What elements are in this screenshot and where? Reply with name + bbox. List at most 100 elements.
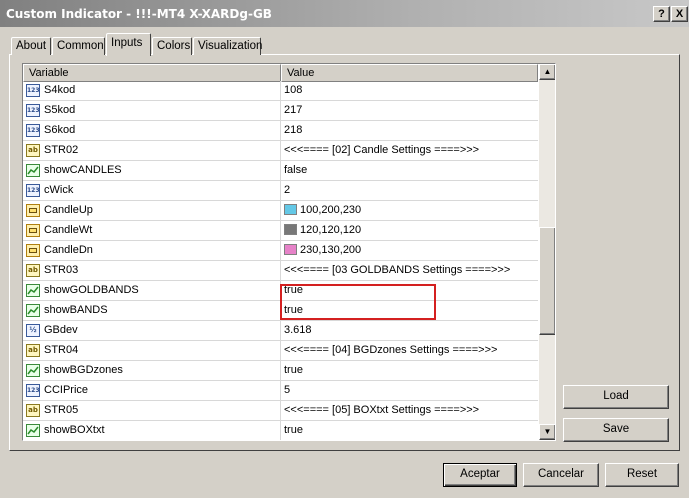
value-text: <<<==== [04] BGDzones Settings ====>>> [284,344,498,356]
close-button[interactable]: X [671,6,688,22]
double-type-icon: ½ [26,324,40,337]
value-cell[interactable]: 100,200,230 [281,201,538,221]
value-cell[interactable]: <<<==== [05] BOXtxt Settings ====>>> [281,401,538,421]
scroll-up-button[interactable]: ▲ [539,64,555,80]
variable-name: CandleUp [44,204,93,216]
variable-name: S5kod [44,104,76,116]
variable-name: S6kod [44,124,76,136]
value-cell[interactable]: <<<==== [04] BGDzones Settings ====>>> [281,341,538,361]
table-row[interactable]: ab STR03 <<<==== [03 GOLDBANDS Settings ==… [23,261,538,281]
value-text: true [284,304,303,316]
color-type-icon [26,224,40,237]
string-type-icon: ab [26,264,40,277]
table-row[interactable]: showBGDzones true [23,361,538,381]
value-text: 120,120,120 [300,224,362,236]
help-button[interactable]: ? [653,6,670,22]
integer-type-icon: 123 [26,124,40,137]
table-row[interactable]: CandleUp 100,200,230 [23,201,538,221]
table-row[interactable]: 123 cWick 2 [23,181,538,201]
vertical-scrollbar[interactable]: ▲ ▼ [539,64,555,440]
table-row[interactable]: 123 CCIPrice 5 [23,381,538,401]
tab-visualization[interactable]: Visualization [193,37,262,55]
value-cell[interactable]: 5 [281,381,538,401]
scroll-down-button[interactable]: ▼ [539,424,555,440]
value-cell[interactable]: true [281,421,538,440]
table-row[interactable]: ab STR04 <<<==== [04] BGDzones Settings ==… [23,341,538,361]
ok-button[interactable]: Aceptar [443,463,517,487]
table-row[interactable]: showBOXtxt true [23,421,538,440]
title-bar[interactable]: Custom Indicator - !!!-MT4 X-XARDg-GB ? … [0,0,689,27]
tab-colors[interactable]: Colors [152,37,192,55]
color-swatch [284,204,297,215]
value-text: 100,200,230 [300,204,362,216]
variable-cell: showCANDLES [23,161,281,181]
value-text: 3.618 [284,324,312,336]
scroll-thumb[interactable] [539,227,555,335]
inputs-grid: Variable Value 123 S4kod 108 123 S5kod 217 123… [22,63,556,441]
value-cell[interactable]: 2 [281,181,538,201]
value-text: true [284,284,303,296]
variable-cell: showBANDS [23,301,281,321]
color-type-icon [26,244,40,257]
cancel-button[interactable]: Cancelar [523,463,599,487]
save-button[interactable]: Save [563,418,669,442]
table-row[interactable]: 123 S4kod 108 [23,81,538,101]
boolean-type-icon [26,304,40,317]
variable-cell: CandleDn [23,241,281,261]
variable-name: CandleWt [44,224,93,236]
table-row[interactable]: 123 S5kod 217 [23,101,538,121]
value-cell[interactable]: 218 [281,121,538,141]
variable-cell: 123 S4kod [23,81,281,101]
value-cell[interactable]: true [281,301,538,321]
variable-name: STR02 [44,144,79,156]
value-cell[interactable]: 108 [281,81,538,101]
table-row[interactable]: showGOLDBANDS true [23,281,538,301]
tab-about[interactable]: About [11,37,51,55]
load-button[interactable]: Load [563,385,669,409]
variable-cell: showBOXtxt [23,421,281,440]
table-row[interactable]: ½ GBdev 3.618 [23,321,538,341]
table-row[interactable]: showBANDS true [23,301,538,321]
value-cell[interactable]: <<<==== [03 GOLDBANDS Settings ====>>> [281,261,538,281]
table-row[interactable]: showCANDLES false [23,161,538,181]
color-type-icon [26,204,40,217]
value-cell[interactable]: true [281,361,538,381]
boolean-type-icon [26,164,40,177]
value-cell[interactable]: 3.618 [281,321,538,341]
value-cell[interactable]: 230,130,200 [281,241,538,261]
table-row[interactable]: ab STR02 <<<==== [02] Candle Settings ====… [23,141,538,161]
variable-cell: ab STR04 [23,341,281,361]
variable-name: STR03 [44,264,79,276]
table-row[interactable]: CandleWt 120,120,120 [23,221,538,241]
value-cell[interactable]: 217 [281,101,538,121]
table-row[interactable]: 123 S6kod 218 [23,121,538,141]
variable-name: showGOLDBANDS [44,284,139,296]
column-header-variable[interactable]: Variable [23,64,281,82]
string-type-icon: ab [26,144,40,157]
value-text: true [284,364,303,376]
boolean-type-icon [26,364,40,377]
variable-name: STR05 [44,404,79,416]
variable-name: CCIPrice [44,384,89,396]
value-text: 2 [284,184,291,196]
color-swatch [284,244,297,255]
color-swatch [284,224,297,235]
value-cell[interactable]: <<<==== [02] Candle Settings ====>>> [281,141,538,161]
table-row[interactable]: CandleDn 230,130,200 [23,241,538,261]
value-cell[interactable]: false [281,161,538,181]
variable-cell: 123 cWick [23,181,281,201]
string-type-icon: ab [26,344,40,357]
table-row[interactable]: ab STR05 <<<==== [05] BOXtxt Settings ====… [23,401,538,421]
variable-cell: showGOLDBANDS [23,281,281,301]
value-text: 218 [284,124,303,136]
value-text: 230,130,200 [300,244,362,256]
variable-cell: 123 S5kod [23,101,281,121]
tab-inputs[interactable]: Inputs [106,33,151,56]
column-header-value[interactable]: Value [281,64,538,82]
reset-button[interactable]: Reset [605,463,679,487]
tab-common[interactable]: Common [52,37,105,55]
value-cell[interactable]: true [281,281,538,301]
value-text: <<<==== [05] BOXtxt Settings ====>>> [284,404,480,416]
integer-type-icon: 123 [26,184,40,197]
value-cell[interactable]: 120,120,120 [281,221,538,241]
